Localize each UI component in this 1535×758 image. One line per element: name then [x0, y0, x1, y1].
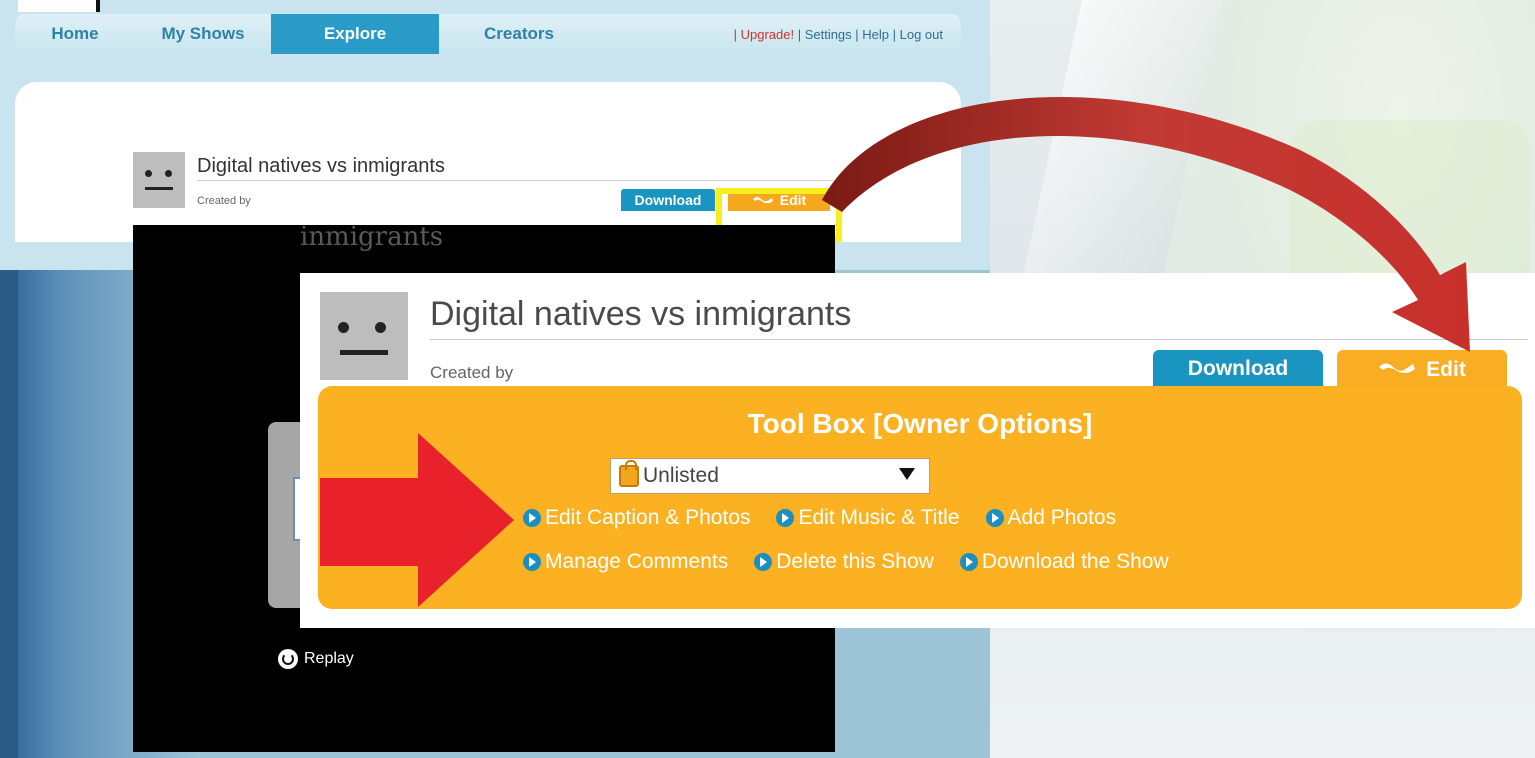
owner-options-row: Edit Caption & Photos Edit Music & Title… — [523, 506, 1116, 530]
option-label: Add Photos — [1007, 506, 1117, 529]
avatar-eye — [165, 170, 172, 177]
download-show-link[interactable]: Download the Show — [959, 550, 1169, 574]
edit-button-label: Edit — [1426, 358, 1466, 381]
owner-options-row: Manage Comments Delete this Show Downloa… — [523, 550, 1169, 574]
avatar-eye — [338, 322, 349, 333]
avatar-mouth — [145, 187, 173, 190]
toolbox-title: Tool Box [Owner Options] — [747, 408, 1093, 439]
replay-icon — [278, 649, 298, 669]
tab-my-shows[interactable]: My Shows — [135, 14, 271, 54]
title-divider — [430, 339, 1528, 340]
avatar — [320, 292, 408, 380]
replay-button[interactable]: Replay — [278, 649, 354, 669]
option-label: Edit Music & Title — [798, 506, 960, 529]
option-label: Delete this Show — [776, 550, 934, 573]
download-button[interactable]: Download — [1153, 350, 1323, 387]
play-bullet-icon — [523, 509, 541, 527]
replay-label: Replay — [304, 650, 354, 667]
top-navigation: Home My Shows Explore Creators | Upgrade… — [15, 14, 961, 54]
edit-music-title-link[interactable]: Edit Music & Title — [776, 506, 960, 530]
tab-home[interactable]: Home — [15, 14, 135, 54]
created-by-label: Created by — [197, 195, 251, 207]
settings-link[interactable]: | Settings — [794, 27, 852, 42]
manage-comments-link[interactable]: Manage Comments — [523, 550, 728, 574]
edit-caption-photos-link[interactable]: Edit Caption & Photos — [523, 506, 750, 530]
play-bullet-icon — [985, 509, 1004, 527]
show-title: Digital natives vs inmigrants — [197, 155, 445, 177]
download-button[interactable]: Download — [621, 189, 715, 211]
play-bullet-icon — [754, 553, 773, 571]
avatar — [133, 152, 185, 208]
lock-icon — [619, 460, 639, 487]
avatar-mouth — [340, 350, 388, 355]
visibility-value: Unlisted — [643, 464, 719, 487]
zoomed-toolbox-panel: Digital natives vs inmigrants Created by… — [300, 273, 1535, 628]
avatar-eye — [145, 170, 152, 177]
add-photos-link[interactable]: Add Photos — [985, 506, 1117, 530]
tab-creators[interactable]: Creators — [439, 14, 599, 54]
upgrade-link[interactable]: | Upgrade! — [734, 27, 794, 42]
play-bullet-icon — [776, 509, 795, 527]
background-fold — [1018, 0, 1222, 300]
account-links: | Upgrade! | Settings | Help | Log out — [734, 27, 943, 42]
logout-link[interactable]: | Log out — [889, 27, 943, 42]
delete-show-link[interactable]: Delete this Show — [754, 550, 934, 574]
visibility-select[interactable]: Unlisted — [610, 458, 930, 494]
title-divider — [197, 180, 833, 181]
option-label: Manage Comments — [545, 550, 729, 573]
option-label: Download the Show — [981, 550, 1169, 573]
toolbox: Tool Box [Owner Options] Unlisted Edit C… — [318, 386, 1522, 609]
edit-button[interactable]: Edit — [1337, 350, 1507, 390]
play-bullet-icon — [523, 553, 541, 571]
tab-explore[interactable]: Explore — [271, 14, 439, 54]
help-link[interactable]: | Help — [852, 27, 889, 42]
play-bullet-icon — [959, 553, 978, 571]
created-by-label: Created by — [430, 363, 514, 382]
chevron-down-icon — [899, 468, 915, 480]
wrench-icon — [1378, 358, 1416, 382]
show-title: Digital natives vs inmigrants — [430, 295, 852, 333]
option-label: Edit Caption & Photos — [545, 506, 751, 529]
window-top-strip — [18, 0, 100, 12]
avatar-eye — [375, 322, 386, 333]
slide-text: inmigrants — [300, 222, 444, 252]
